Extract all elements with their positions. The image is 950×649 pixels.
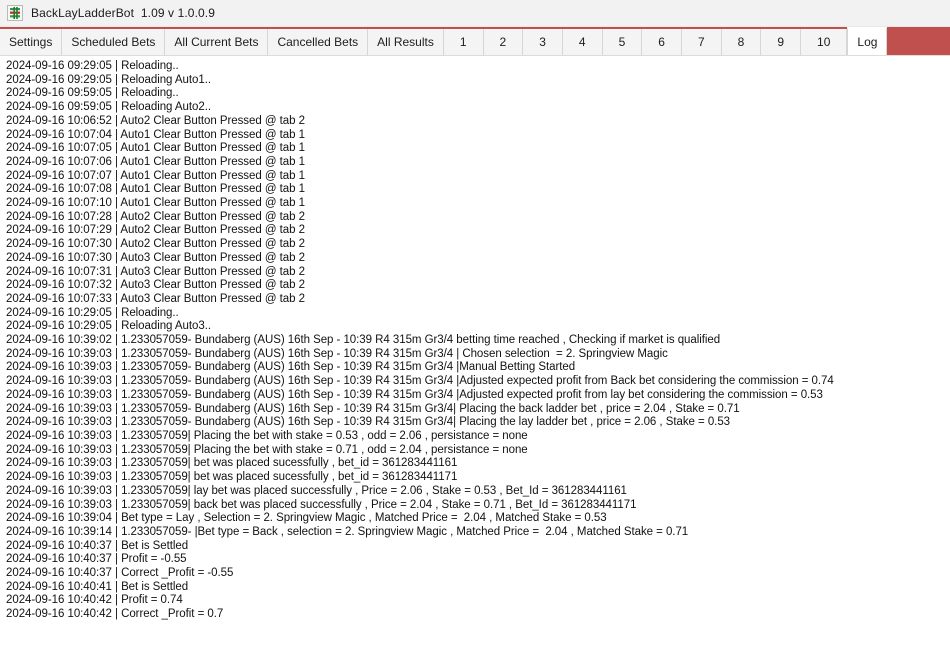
log-line: 2024-09-16 10:07:06 | Auto1 Clear Button… [6, 155, 305, 168]
tab-label: All Current Bets [174, 35, 259, 49]
log-line: 2024-09-16 10:07:08 | Auto1 Clear Button… [6, 183, 305, 196]
log-line: 2024-09-16 10:39:03 | 1.233057059- Bunda… [6, 388, 823, 401]
tab-log[interactable]: Log [847, 27, 888, 55]
tab-scheduled-bets[interactable]: Scheduled Bets [62, 29, 166, 55]
window-title: BackLayLadderBot 1.09 v 1.0.0.9 [31, 6, 215, 20]
tab-10[interactable]: 10 [801, 29, 848, 55]
log-line: 2024-09-16 09:59:05 | Reloading.. [6, 87, 179, 100]
log-line: 2024-09-16 10:07:05 | Auto1 Clear Button… [6, 142, 305, 155]
tab-2[interactable]: 2 [483, 29, 524, 55]
log-line: 2024-09-16 10:07:33 | Auto3 Clear Button… [6, 292, 305, 305]
log-line: 2024-09-16 10:07:10 | Auto1 Clear Button… [6, 197, 305, 210]
log-line: 2024-09-16 10:07:30 | Auto3 Clear Button… [6, 251, 305, 264]
log-line: 2024-09-16 10:39:03 | 1.233057059- Bunda… [6, 416, 731, 429]
tab-7[interactable]: 7 [681, 29, 722, 55]
log-line: 2024-09-16 10:40:42 | Correct _Profit = … [6, 608, 224, 621]
tab-4[interactable]: 4 [562, 29, 603, 55]
log-line: 2024-09-16 09:29:05 | Reloading.. [6, 60, 179, 72]
log-line: 2024-09-16 10:40:37 | Profit = -0.55 [6, 553, 187, 566]
tab-label: 7 [697, 35, 705, 49]
tab-label: 1 [459, 35, 467, 49]
tab-strip-accent-block [887, 27, 950, 57]
log-line: 2024-09-16 10:39:03 | 1.233057059| lay b… [6, 484, 627, 497]
tab-5[interactable]: 5 [602, 29, 643, 55]
log-line: 2024-09-16 10:39:03 | 1.233057059- Bunda… [6, 347, 668, 360]
log-line: 2024-09-16 10:07:32 | Auto3 Clear Button… [6, 279, 305, 292]
log-line: 2024-09-16 10:07:29 | Auto2 Clear Button… [6, 224, 305, 237]
tab-label: Settings [9, 35, 53, 49]
log-line: 2024-09-16 10:07:07 | Auto1 Clear Button… [6, 169, 305, 182]
log-line: 2024-09-16 10:39:04 | Bet type = Lay , S… [6, 512, 607, 525]
log-line: 2024-09-16 10:40:42 | Profit = 0.74 [6, 594, 183, 607]
log-line: 2024-09-16 10:39:03 | 1.233057059- Bunda… [6, 361, 576, 374]
tab-6[interactable]: 6 [642, 29, 682, 55]
title-bar: BackLayLadderBot 1.09 v 1.0.0.9 [0, 0, 950, 27]
tab-label: 3 [539, 35, 546, 49]
tab-label: All Results [377, 35, 434, 49]
log-line: 2024-09-16 10:39:03 | 1.233057059| Placi… [6, 443, 528, 456]
log-line: 2024-09-16 10:39:03 | 1.233057059| Placi… [6, 429, 528, 442]
log-line: 2024-09-16 10:40:37 | Bet is Settled [6, 539, 189, 552]
tab-label: Log [857, 35, 878, 49]
log-line: 2024-09-16 10:07:31 | Auto3 Clear Button… [6, 265, 305, 278]
log-line: 2024-09-16 10:07:04 | Auto1 Clear Button… [6, 128, 305, 141]
tab-1[interactable]: 1 [443, 29, 484, 55]
tab-3[interactable]: 3 [523, 29, 563, 55]
log-line: 2024-09-16 10:06:52 | Auto2 Clear Button… [6, 114, 305, 127]
log-line: 2024-09-16 10:39:03 | 1.233057059| back … [6, 498, 637, 511]
tab-8[interactable]: 8 [721, 29, 762, 55]
log-line: 2024-09-16 10:29:05 | Reloading.. [6, 306, 179, 319]
log-line: 2024-09-16 09:59:05 | Reloading Auto2.. [6, 101, 212, 114]
log-line: 2024-09-16 10:07:28 | Auto2 Clear Button… [6, 210, 305, 223]
log-line: 2024-09-16 10:07:30 | Auto2 Clear Button… [6, 238, 305, 251]
log-line: 2024-09-16 10:39:03 | 1.233057059| bet w… [6, 471, 458, 484]
app-icon [7, 5, 23, 21]
log-output-panel[interactable]: 2024-09-16 09:29:05 | Reloading.. 2024-09… [0, 55, 950, 649]
tab-label: 6 [658, 35, 665, 49]
tab-settings[interactable]: Settings [0, 29, 63, 55]
tab-all-current-bets[interactable]: All Current Bets [165, 29, 269, 55]
tab-label: 4 [578, 35, 586, 49]
tab-9[interactable]: 9 [761, 29, 802, 55]
log-line: 2024-09-16 10:29:05 | Reloading Auto3.. [6, 320, 212, 333]
tab-label: 2 [499, 35, 507, 49]
log-line: 2024-09-16 10:39:14 | 1.233057059- |Bet … [6, 525, 689, 538]
tab-label: Cancelled Bets [277, 35, 359, 49]
log-line: 2024-09-16 10:39:03 | 1.233057059- Bunda… [6, 402, 740, 415]
tab-label: Scheduled Bets [71, 35, 156, 49]
log-line: 2024-09-16 10:39:03 | 1.233057059| bet w… [6, 457, 458, 470]
tab-strip: Settings Scheduled Bets All Current Bets… [0, 27, 950, 57]
log-line: 2024-09-16 09:29:05 | Reloading Auto1.. [6, 73, 212, 86]
tab-label: 5 [618, 35, 626, 49]
log-line: 2024-09-16 10:40:37 | Correct _Profit = … [6, 567, 234, 580]
application-window: BackLayLadderBot 1.09 v 1.0.0.9 Settings… [0, 0, 950, 649]
tab-label: 8 [737, 35, 745, 49]
tab-all-results[interactable]: All Results [368, 29, 444, 55]
log-line: 2024-09-16 10:39:03 | 1.233057059- Bunda… [6, 375, 834, 388]
tab-cancelled-bets[interactable]: Cancelled Bets [268, 29, 369, 55]
log-line: 2024-09-16 10:39:02 | 1.233057059- Bunda… [6, 334, 721, 347]
tab-label: 9 [777, 35, 785, 49]
tab-label: 10 [817, 35, 831, 49]
log-line: 2024-09-16 10:40:41 | Bet is Settled [6, 580, 189, 593]
